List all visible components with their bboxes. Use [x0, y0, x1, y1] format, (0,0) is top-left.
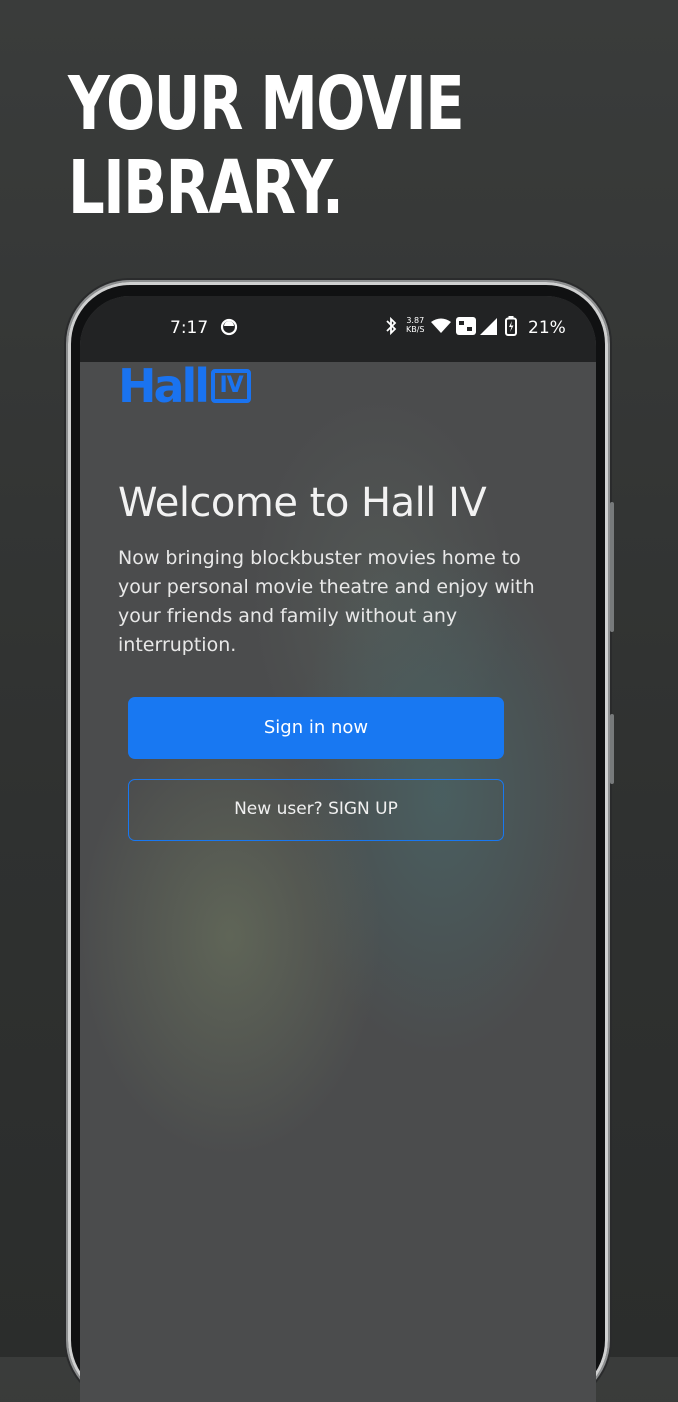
circle-notification-icon [220, 318, 238, 341]
wifi-icon [430, 318, 452, 339]
bluetooth-icon [384, 316, 398, 341]
promo-headline: YOUR MOVIE LIBRARY. [68, 62, 505, 230]
sign-in-button[interactable]: Sign in now [128, 697, 504, 759]
status-bar: 7:17 3.87 KB/S 21% [80, 296, 596, 362]
logo-badge: IV [211, 369, 252, 403]
phone-side-button-lower [610, 714, 614, 784]
battery-percent: 21% [528, 318, 566, 338]
hall-iv-logo: Hall IV [118, 359, 252, 413]
sign-up-button[interactable]: New user? SIGN UP [128, 779, 504, 841]
welcome-description: Now bringing blockbuster movies home to … [118, 547, 535, 656]
network-speed: 3.87 KB/S [406, 316, 425, 334]
promo-headline-line-2: LIBRARY. [68, 145, 344, 231]
welcome-title: Welcome to Hall IV [118, 480, 487, 526]
phone-screen: 7:17 3.87 KB/S 21% Hall IV Welcome to Ha… [80, 296, 596, 1402]
network-speed-unit: KB/S [406, 325, 425, 334]
phone-side-button-upper [610, 502, 614, 632]
promo-headline-line-1: YOUR MOVIE [68, 61, 465, 147]
phone-frame: 7:17 3.87 KB/S 21% Hall IV Welcome to Ha… [68, 282, 614, 1402]
signal-icon [480, 318, 498, 340]
network-speed-value: 3.87 [406, 316, 425, 325]
logo-text: Hall [118, 359, 210, 413]
volte-icon [456, 317, 476, 340]
battery-charging-icon [505, 316, 517, 341]
status-time: 7:17 [170, 318, 209, 338]
